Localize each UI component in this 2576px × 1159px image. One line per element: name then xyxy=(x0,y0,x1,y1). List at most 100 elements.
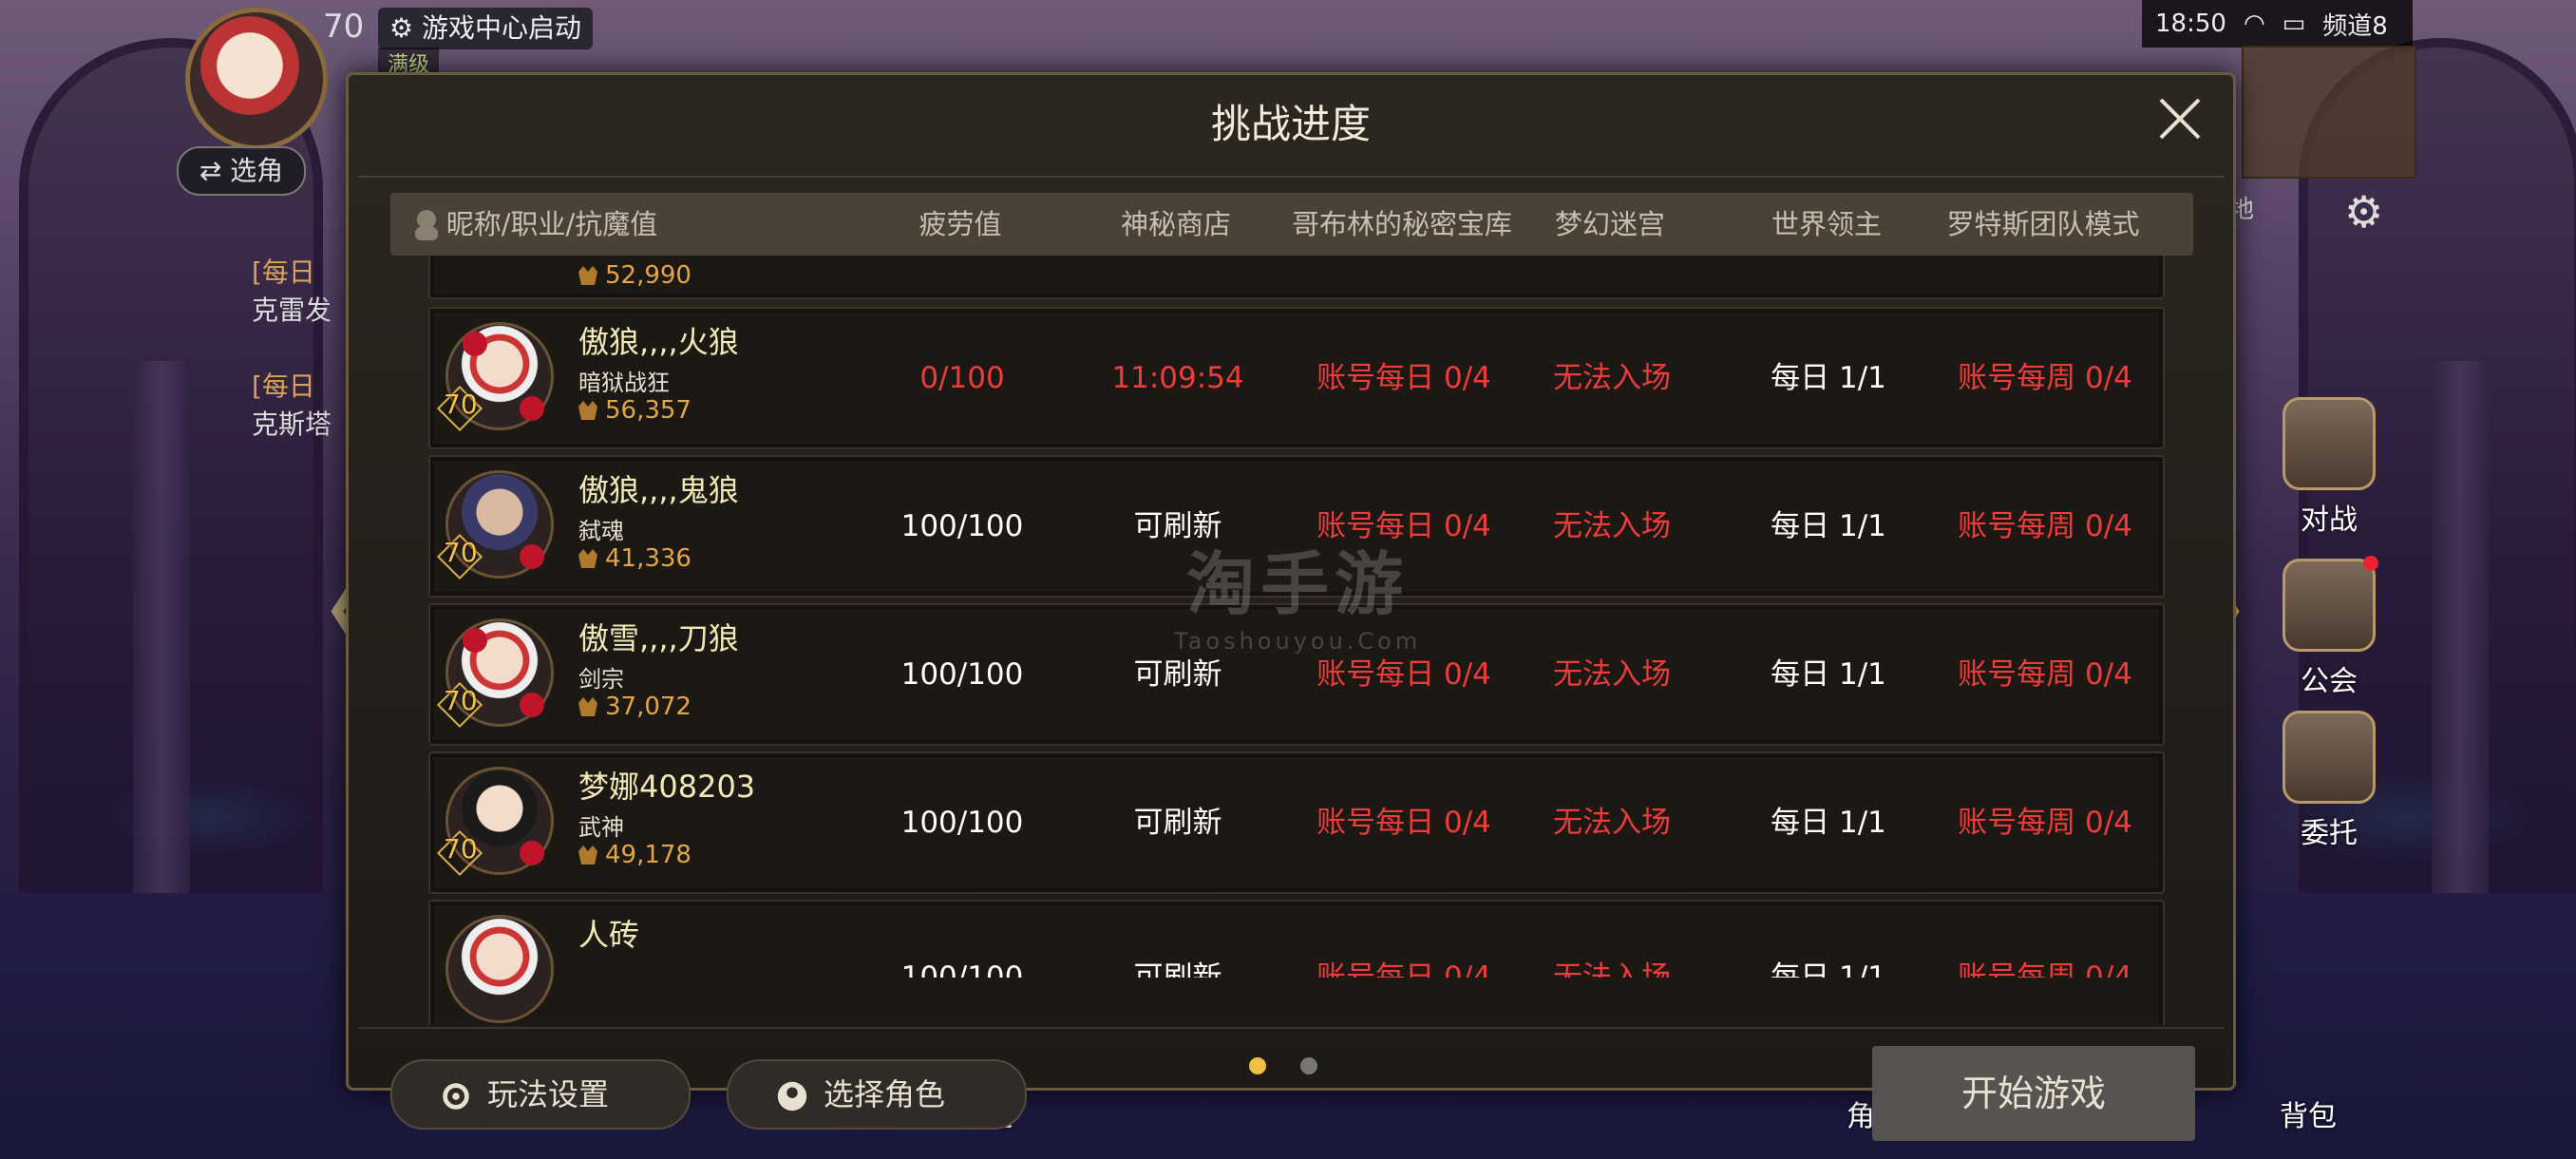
rose-decoration xyxy=(520,396,544,421)
row-raid: 账号每周 0/4 xyxy=(1958,361,2132,395)
game-center-label: 游戏中心启动 xyxy=(422,12,582,44)
header-fatigue: 疲劳值 xyxy=(919,208,1002,240)
row-boss: 每日 1/1 xyxy=(1771,657,1886,692)
channel-label[interactable]: 频道8 xyxy=(2322,7,2388,42)
select-character-button[interactable]: 选择角色 xyxy=(727,1059,1027,1130)
footer-divider xyxy=(358,1027,2224,1029)
power-value: 49,178 xyxy=(605,841,691,869)
menu-label: 公会 xyxy=(2301,665,2358,698)
close-icon xyxy=(2159,98,2201,140)
close-button[interactable] xyxy=(2153,92,2207,145)
clock: 18:50 xyxy=(2155,10,2226,38)
row-name: 梦娜408203 xyxy=(578,769,756,805)
row-job: 暗狱战狂 xyxy=(578,370,670,396)
menu-label: 委托 xyxy=(2301,817,2358,850)
row-fatigue: 100/100 xyxy=(900,806,1024,840)
guild-shield-icon xyxy=(2282,556,2378,652)
row-level: 70 xyxy=(444,833,478,864)
page-dot[interactable] xyxy=(1249,1057,1266,1074)
header-name: 昵称/职业/抗魔值 xyxy=(445,208,658,240)
row-power: 52,990 xyxy=(578,261,691,290)
row-boss: 每日 1/1 xyxy=(1771,509,1886,543)
row-raid: 账号每周 0/4 xyxy=(1958,657,2132,692)
row-raid: 账号每周 0/4 xyxy=(1958,960,2132,978)
row-boss: 每日 1/1 xyxy=(1771,960,1886,978)
play-settings-button[interactable]: 玩法设置 xyxy=(390,1059,691,1130)
row-raid: 账号每周 0/4 xyxy=(1958,509,2132,543)
row-goblin: 账号每日 0/4 xyxy=(1316,806,1491,840)
row-power: 56,357 xyxy=(578,396,691,425)
game-center-button[interactable]: ⚙ 游戏中心启动 xyxy=(378,8,594,49)
task-text: 克斯塔 xyxy=(252,408,332,440)
row-maze: 无法入场 xyxy=(1553,806,1671,840)
power-value: 52,990 xyxy=(605,261,691,290)
power-value: 56,357 xyxy=(605,396,691,425)
power-value: 37,072 xyxy=(605,693,691,721)
notice-board-icon xyxy=(2282,711,2376,804)
row-fatigue: 100/100 xyxy=(900,509,1024,543)
nav-bag[interactable]: 背包 xyxy=(2280,1092,2337,1134)
minimap[interactable] xyxy=(2242,46,2416,179)
row-maze: 无法入场 xyxy=(1553,361,1671,395)
notification-dot xyxy=(2363,556,2378,571)
character-swap-icon xyxy=(777,1081,807,1112)
table-row[interactable]: 70 傲狼,,,,火狼 暗狱战狂 56,357 0/100 11:09:54 账… xyxy=(428,307,2165,449)
row-fatigue: 100/100 xyxy=(900,657,1024,692)
header-maze: 梦幻迷宫 xyxy=(1554,208,1665,240)
row-job: 武神 xyxy=(578,814,624,841)
menu-label: 对战 xyxy=(2301,504,2358,537)
task-tag: [每日 xyxy=(252,370,315,402)
row-goblin: 账号每日 0/4 xyxy=(1316,361,1491,395)
table-row[interactable]: 人砖 100/100 可刷新 账号每日 0/4 无法入场 每日 1/1 账号每周… xyxy=(428,900,2165,1025)
row-fatigue: 100/100 xyxy=(900,960,1024,978)
row-maze: 无法入场 xyxy=(1553,657,1671,692)
table-row[interactable]: 70 梦娜408203 武神 49,178 100/100 可刷新 账号每日 0… xyxy=(428,751,2165,894)
row-name: 傲雪,,,,刀狼 xyxy=(578,620,739,656)
page-dot[interactable] xyxy=(1300,1057,1317,1074)
watermark-en: Taoshouyou.Com xyxy=(1174,628,1422,655)
menu-battle[interactable]: 对战 xyxy=(2272,397,2386,538)
row-shop: 可刷新 xyxy=(1133,960,1222,978)
row-name: 傲狼,,,,鬼狼 xyxy=(578,472,739,508)
watermark: 淘手游 Taoshouyou.Com xyxy=(1174,528,1421,655)
rose-decoration xyxy=(463,628,487,653)
row-level: 70 xyxy=(444,685,478,716)
wifi-icon: ◠ xyxy=(2243,10,2265,38)
row-power: 49,178 xyxy=(578,841,691,869)
rose-decoration xyxy=(520,544,544,569)
switch-role-button[interactable]: ⇄ 选角 xyxy=(177,146,306,196)
header-boss: 世界领主 xyxy=(1771,208,1882,240)
status-bar: 18:50 ◠ ▭ 频道8 xyxy=(2142,0,2413,48)
battery-icon: ▭ xyxy=(2282,10,2306,38)
title-divider xyxy=(358,176,2224,178)
character-avatar xyxy=(445,915,554,1023)
crown-icon xyxy=(578,401,597,420)
table-row[interactable]: 52,990 xyxy=(428,256,2165,299)
row-boss: 每日 1/1 xyxy=(1771,806,1886,840)
row-shop: 可刷新 xyxy=(1133,806,1222,840)
crown-icon xyxy=(578,266,597,285)
crossed-swords-icon xyxy=(2282,397,2376,490)
settings-gear-icon[interactable]: ⚙ xyxy=(2344,186,2383,238)
row-name: 傲狼,,,,火狼 xyxy=(578,324,739,360)
task-tag: [每日 xyxy=(252,256,315,288)
gear-icon xyxy=(443,1083,469,1110)
menu-commission[interactable]: 委托 xyxy=(2272,711,2386,851)
button-label: 玩法设置 xyxy=(487,1076,610,1112)
row-boss: 每日 1/1 xyxy=(1771,361,1886,395)
row-goblin: 账号每日 0/4 xyxy=(1316,960,1491,978)
menu-guild[interactable]: 公会 xyxy=(2272,556,2386,699)
dialog-title: 挑战进度 xyxy=(1210,101,1371,147)
power-value: 41,336 xyxy=(605,544,691,573)
row-job: 剑宗 xyxy=(578,666,624,693)
rose-decoration xyxy=(520,693,544,717)
button-label: 选择角色 xyxy=(824,1076,946,1112)
rose-decoration xyxy=(463,332,487,356)
row-fatigue: 0/100 xyxy=(919,361,1005,395)
rose-decoration xyxy=(520,841,544,865)
row-maze: 无法入场 xyxy=(1553,960,1671,978)
row-job: 弑魂 xyxy=(578,518,624,544)
start-game-button[interactable]: 开始游戏 xyxy=(1872,1046,2195,1141)
header-goblin: 哥布林的秘密宝库 xyxy=(1291,208,1512,240)
player-avatar[interactable] xyxy=(185,8,328,150)
